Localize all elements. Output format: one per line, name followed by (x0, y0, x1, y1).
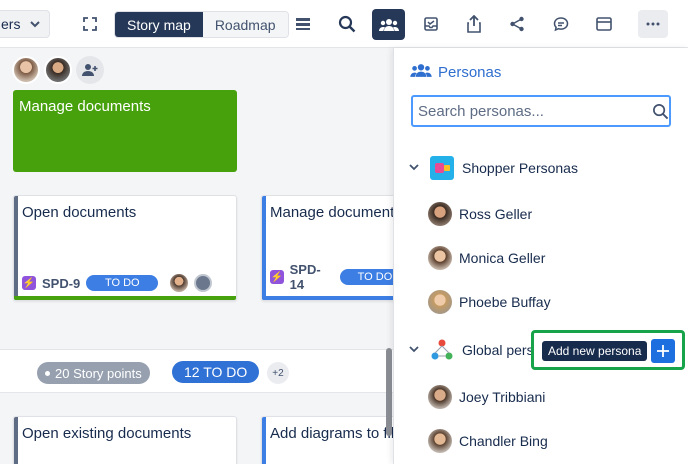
avatar (428, 385, 452, 409)
persona-avatars (12, 56, 104, 84)
persona-name: Monica Geller (459, 250, 546, 266)
chevron-down-icon[interactable] (408, 160, 422, 176)
personas-icon (410, 63, 432, 82)
comment-icon[interactable] (546, 10, 576, 38)
add-persona-icon[interactable] (76, 56, 104, 84)
panel-title: Personas (410, 63, 501, 82)
avatar[interactable] (170, 274, 189, 292)
avatar[interactable] (194, 274, 213, 292)
search-icon[interactable] (652, 103, 669, 125)
issue-key[interactable]: SPD-14 (290, 262, 334, 292)
rows-icon[interactable] (288, 10, 318, 38)
filter-dropdown[interactable]: ers (0, 10, 50, 38)
story-map-board: Manage documents Open documents ⚡ SPD-9 … (0, 48, 393, 464)
card-title: Add diagrams to files (270, 425, 393, 442)
persona-name: Joey Tribbiani (459, 389, 546, 405)
filter-label: ers (1, 16, 21, 32)
more-icon[interactable] (638, 10, 668, 38)
inbox-icon[interactable] (416, 10, 446, 38)
avatar (428, 290, 452, 314)
status-badge[interactable]: TO DO (86, 275, 159, 291)
card-title: Manage documents (270, 204, 393, 221)
persona-group[interactable]: Global personas (408, 338, 542, 362)
persona-item[interactable]: Monica Geller (428, 246, 545, 270)
persona-name: Phoebe Buffay (459, 294, 551, 310)
card-title: Manage documents (19, 98, 151, 115)
story-card[interactable]: Open existing documents (13, 416, 237, 464)
summary-bar: 20 Story points 12 TO DO +2 (0, 349, 393, 393)
persona-item[interactable]: Joey Tribbiani (428, 385, 545, 409)
story-map-tab[interactable]: Story map (115, 12, 203, 37)
lightning-icon: ⚡ (270, 270, 284, 284)
persona-group[interactable]: Shopper Personas (408, 156, 578, 180)
persona-item[interactable]: Chandler Bing (428, 429, 548, 453)
avatar (428, 202, 452, 226)
story-card[interactable]: Manage documents ⚡ SPD-14 TO DO (261, 195, 393, 301)
personas-icon[interactable] (372, 9, 405, 40)
story-card[interactable]: Add diagrams to files (261, 416, 393, 464)
share-icon[interactable] (502, 10, 532, 38)
global-group-icon (430, 338, 454, 362)
persona-name: Chandler Bing (459, 433, 548, 449)
group-name: Global personas (462, 342, 542, 358)
group-name: Shopper Personas (462, 160, 578, 176)
card-title: Open documents (22, 204, 137, 221)
lightning-icon: ⚡ (22, 276, 36, 290)
todo-count-badge: 12 TO DO (172, 361, 260, 383)
persona-item[interactable]: Ross Geller (428, 202, 532, 226)
dot-icon (45, 370, 50, 376)
tooltip: Add new persona (542, 341, 648, 361)
add-persona-highlight: Add new persona (531, 330, 685, 370)
toolbar: ers Story map Roadmap (0, 0, 688, 48)
chevron-down-icon[interactable] (408, 342, 422, 358)
persona-item[interactable]: Phoebe Buffay (428, 290, 551, 314)
search-input[interactable] (411, 95, 671, 127)
add-persona-button[interactable] (651, 339, 675, 363)
search-icon[interactable] (332, 10, 362, 38)
shopper-group-icon (430, 156, 454, 180)
issue-key[interactable]: SPD-9 (42, 276, 80, 291)
more-count-badge[interactable]: +2 (267, 362, 289, 384)
avatar (428, 429, 452, 453)
vertical-scrollbar[interactable] (386, 348, 392, 436)
status-badge[interactable]: TO DO (339, 269, 393, 285)
chevron-down-icon (29, 17, 41, 33)
card-title: Open existing documents (22, 425, 192, 442)
story-points-badge: 20 Story points (37, 362, 150, 384)
panel-title-label: Personas (438, 64, 502, 81)
avatar[interactable] (44, 56, 72, 84)
fullscreen-icon[interactable] (75, 10, 105, 38)
personas-panel: Personas Shopper Personas Ross Geller Mo… (393, 48, 688, 464)
epic-card[interactable]: Manage documents (13, 90, 237, 172)
view-toggle: Story map Roadmap (114, 11, 289, 38)
issue-meta: ⚡ SPD-9 TO DO (22, 274, 213, 292)
avatar[interactable] (12, 56, 40, 84)
issue-meta: ⚡ SPD-14 TO DO (270, 262, 393, 292)
persona-name: Ross Geller (459, 206, 533, 222)
avatar (428, 246, 452, 270)
story-card[interactable]: Open documents ⚡ SPD-9 TO DO (13, 195, 237, 301)
roadmap-tab[interactable]: Roadmap (202, 12, 288, 37)
share-export-icon[interactable] (459, 10, 489, 38)
window-icon[interactable] (589, 10, 619, 38)
story-points-label: 20 Story points (55, 365, 142, 381)
